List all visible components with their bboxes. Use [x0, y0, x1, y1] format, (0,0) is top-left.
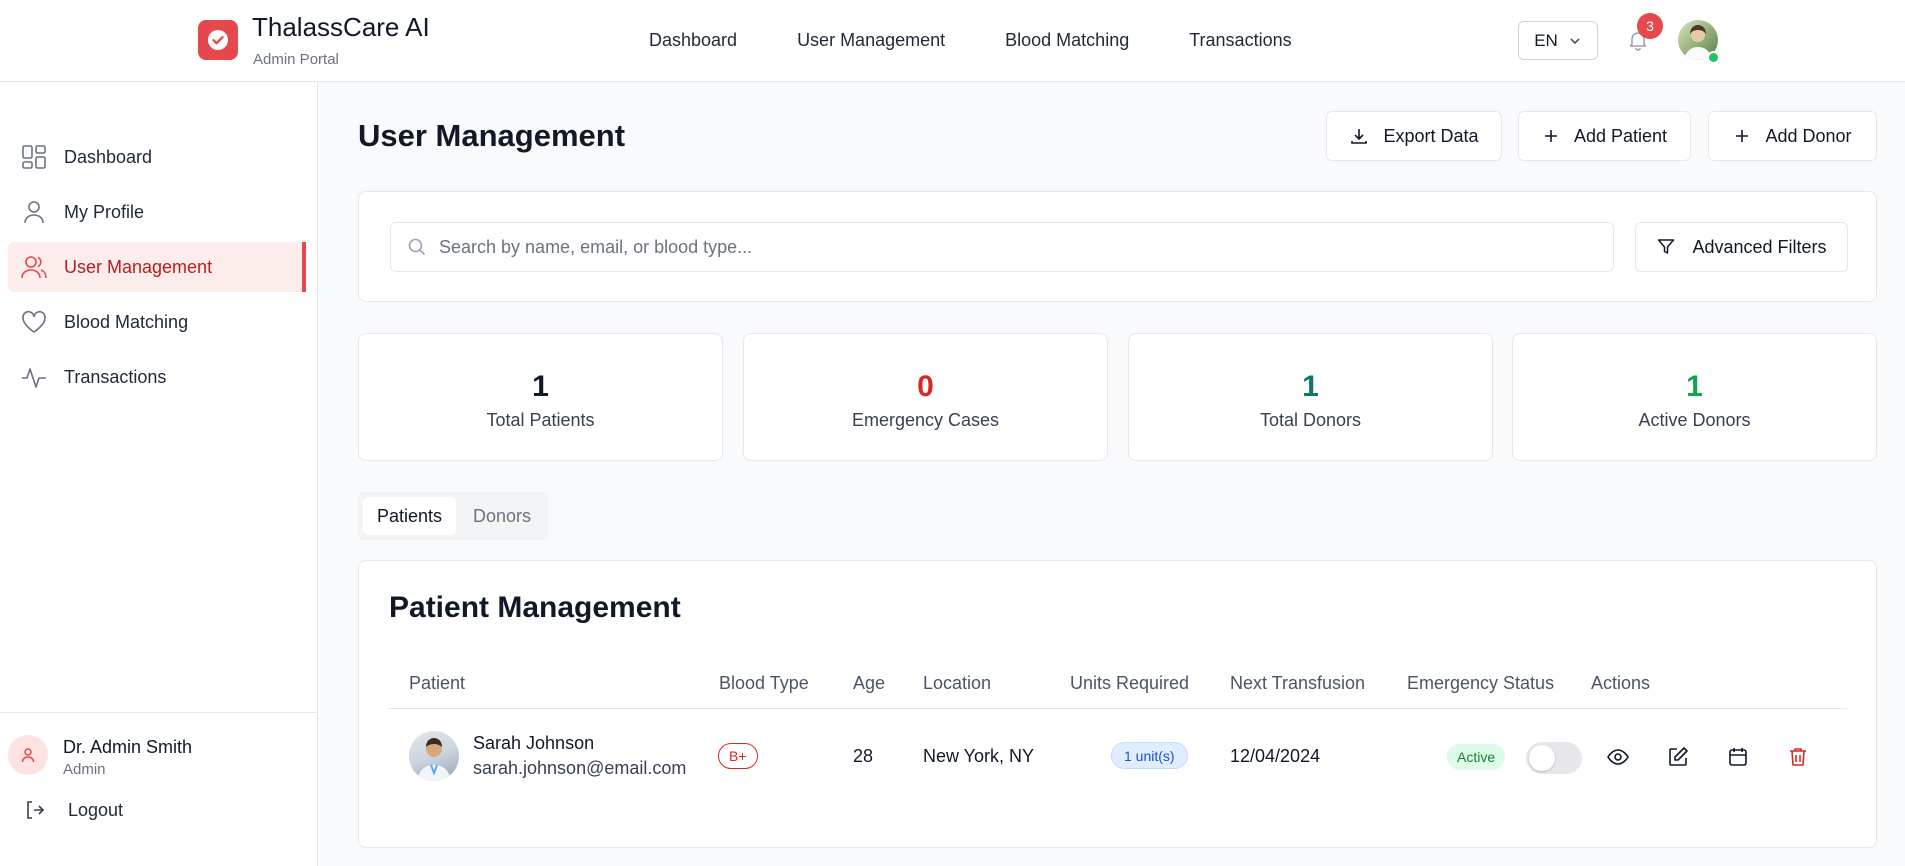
status-badge: Active — [1447, 744, 1506, 770]
edit-icon[interactable] — [1666, 745, 1690, 769]
eye-icon[interactable] — [1606, 745, 1630, 769]
main-content: User Management Export Data Add Patient … — [319, 82, 1905, 866]
header-divider — [389, 708, 1847, 709]
grid-icon — [22, 145, 46, 169]
activity-icon — [22, 368, 46, 388]
online-status-dot — [1707, 51, 1720, 64]
sidebar-item-transactions[interactable]: Transactions — [8, 352, 306, 402]
plus-icon — [1736, 130, 1749, 142]
sidebar-item-user-management[interactable]: User Management — [8, 242, 306, 292]
sidebar-item-blood-matching[interactable]: Blood Matching — [8, 297, 306, 347]
column-header-units-required: Units Required — [1070, 673, 1190, 693]
column-header-location: Location — [923, 673, 992, 693]
user-icon — [24, 201, 44, 224]
units-required-badge: 1 unit(s) — [1111, 742, 1188, 769]
topnav-blood-matching[interactable]: Blood Matching — [1005, 30, 1129, 51]
top-nav: Dashboard User Management Blood Matching… — [649, 30, 1352, 51]
add-donor-label: Add Donor — [1765, 125, 1852, 146]
download-icon — [1351, 129, 1368, 144]
sidebar-item-label: Transactions — [64, 366, 167, 387]
heart-icon — [22, 310, 46, 333]
add-patient-label: Add Patient — [1573, 125, 1668, 146]
trash-icon[interactable] — [1786, 745, 1810, 769]
advanced-filters-label: Advanced Filters — [1692, 236, 1827, 257]
stat-label: Emergency Cases — [851, 409, 1000, 430]
admin-name: Dr. Admin Smith — [63, 737, 193, 757]
top-bar: ThalassCare AI Admin Portal Dashboard Us… — [0, 0, 1905, 82]
app-title: ThalassCare AI — [252, 12, 430, 42]
plus-icon — [1544, 130, 1557, 142]
column-header-age: Age — [853, 673, 886, 693]
tab-patients[interactable]: Patients — [363, 497, 456, 535]
stat-total-donors: 1 Total Donors — [1128, 333, 1493, 461]
stat-label: Total Patients — [486, 409, 595, 430]
patient-email: sarah.johnson@email.com — [473, 758, 687, 778]
sidebar-item-label: Blood Matching — [64, 311, 189, 332]
advanced-filters-button[interactable]: Advanced Filters — [1635, 222, 1848, 272]
stat-emergency-cases: 0 Emergency Cases — [743, 333, 1108, 461]
sidebar-item-label: My Profile — [64, 201, 145, 222]
patient-name: Sarah Johnson — [473, 733, 595, 753]
patient-age: 28 — [853, 746, 874, 766]
column-header-emergency-status: Emergency Status — [1407, 673, 1555, 693]
language-select[interactable]: EN — [1518, 21, 1598, 60]
sidebar-item-label: User Management — [64, 256, 213, 277]
export-data-button[interactable]: Export Data — [1326, 111, 1502, 161]
language-value: EN — [1534, 30, 1558, 50]
logout-label: Logout — [68, 799, 124, 820]
export-data-label: Export Data — [1383, 125, 1479, 146]
stat-value: 1 — [532, 369, 549, 403]
users-icon — [21, 256, 47, 279]
stat-label: Total Donors — [1259, 409, 1362, 430]
emergency-toggle[interactable] — [1526, 742, 1582, 774]
add-patient-button[interactable]: Add Patient — [1518, 111, 1691, 161]
admin-role: Admin — [63, 761, 106, 778]
app-logo[interactable] — [198, 20, 238, 60]
person-photo-icon — [417, 738, 451, 781]
chevron-down-icon — [1570, 37, 1580, 44]
sidebar-item-dashboard[interactable]: Dashboard — [8, 132, 306, 182]
sidebar-item-label: Dashboard — [64, 146, 153, 167]
app-subtitle: Admin Portal — [253, 51, 339, 68]
sidebar-item-my-profile[interactable]: My Profile — [8, 187, 306, 237]
patient-table-card: Patient Management Patient Blood Type Ag… — [358, 560, 1877, 848]
topnav-dashboard[interactable]: Dashboard — [649, 30, 737, 51]
search-card: Advanced Filters — [358, 191, 1877, 302]
stat-active-donors: 1 Active Donors — [1512, 333, 1877, 461]
check-circle-icon — [208, 30, 228, 50]
calendar-icon[interactable] — [1726, 745, 1750, 769]
add-donor-button[interactable]: Add Donor — [1708, 111, 1877, 161]
patient-location: New York, NY — [923, 746, 1035, 766]
column-header-next-transfusion: Next Transfusion — [1230, 673, 1366, 693]
blood-type-badge: B+ — [718, 743, 758, 769]
column-header-actions: Actions — [1591, 673, 1651, 693]
stat-value: 0 — [917, 369, 934, 403]
logout-icon — [27, 801, 45, 819]
topnav-user-management[interactable]: User Management — [797, 30, 945, 51]
column-header-patient: Patient — [409, 673, 466, 693]
sidebar: Dashboard My Profile User Management Blo… — [0, 82, 318, 866]
notification-badge: 3 — [1637, 13, 1663, 39]
search-field[interactable] — [390, 222, 1614, 272]
tab-list: Patients Donors — [358, 492, 548, 540]
patient-avatar — [409, 731, 459, 781]
stat-label: Active Donors — [1638, 409, 1751, 430]
table-title: Patient Management — [389, 591, 681, 624]
next-transfusion-date: 12/04/2024 — [1230, 746, 1321, 766]
search-icon — [408, 238, 426, 256]
stat-value: 1 — [1686, 369, 1703, 403]
sidebar-footer: Dr. Admin Smith Admin Logout — [0, 712, 318, 866]
search-input[interactable] — [439, 236, 1599, 258]
tab-donors[interactable]: Donors — [461, 497, 543, 535]
logout-button[interactable]: Logout — [24, 799, 123, 821]
stat-value: 1 — [1302, 369, 1319, 403]
column-header-blood-type: Blood Type — [719, 673, 809, 693]
filter-icon — [1658, 239, 1675, 254]
topnav-transactions[interactable]: Transactions — [1189, 30, 1291, 51]
user-icon — [21, 748, 35, 763]
page-title: User Management — [358, 118, 626, 153]
stat-total-patients: 1 Total Patients — [358, 333, 723, 461]
admin-avatar — [8, 735, 48, 775]
